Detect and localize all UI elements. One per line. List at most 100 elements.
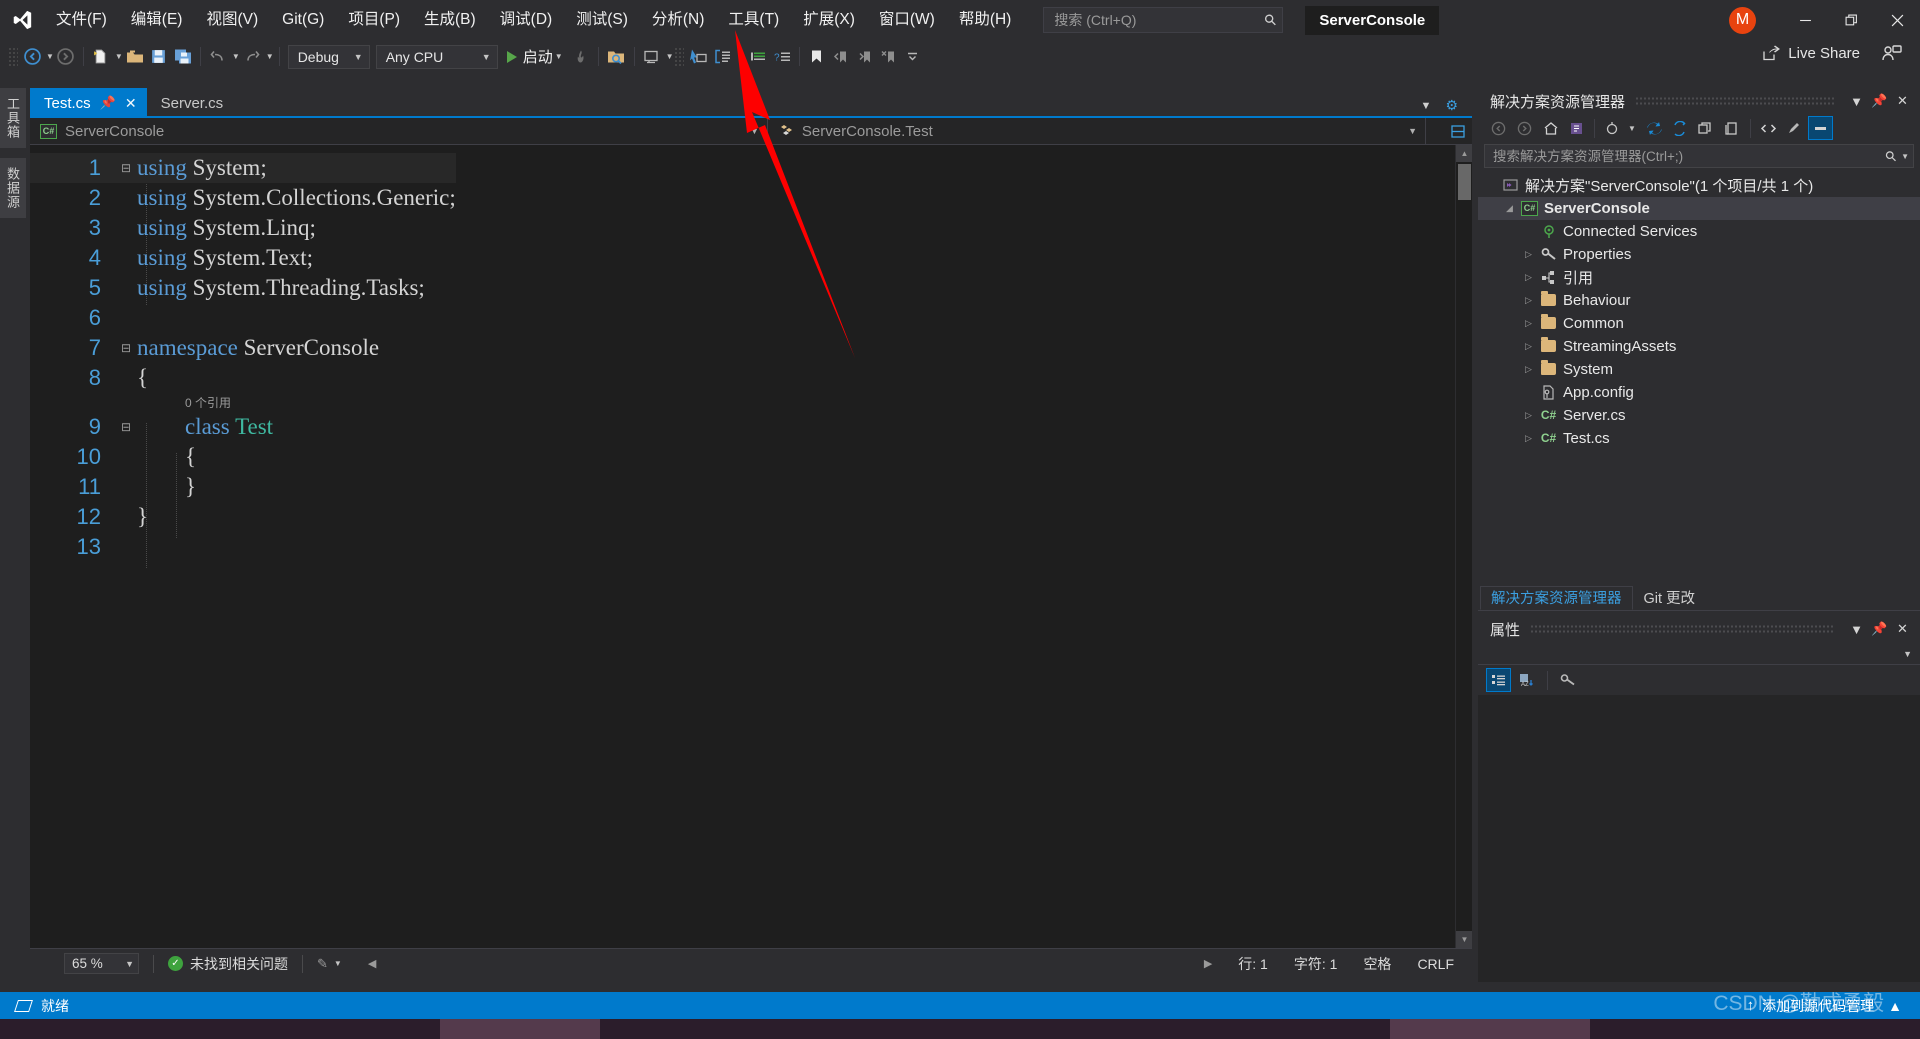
pin-icon[interactable]: 📌 [1868,618,1891,640]
code-line[interactable]: 6 [30,303,456,333]
taskbar-item[interactable] [1390,1019,1590,1039]
window-layout-dropdown-icon[interactable]: ▼ [666,52,674,61]
solution-tree[interactable]: 解决方案"ServerConsole"(1 个项目/共 1 个) ◢ C# Serve… [1478,172,1920,585]
tree-item-server.cs[interactable]: ▷ C# Server.cs [1478,404,1920,427]
tree-item-app.config[interactable]: App.config [1478,381,1920,404]
tab-settings-icon[interactable]: ⚙ [1445,97,1458,114]
next-bookmark-icon[interactable] [853,44,877,70]
code-line[interactable]: 2 using System.Collections.Generic; [30,183,456,213]
prev-bookmark-icon[interactable] [829,44,853,70]
sync-with-active-document-icon[interactable] [1600,116,1625,140]
undo-dropdown-icon[interactable]: ▼ [232,52,240,61]
global-search-box[interactable]: ⚲ [1043,7,1284,33]
navbar-type-combo[interactable]: ServerConsole.Test ▼ [768,117,1427,145]
tab-test-cs[interactable]: Test.cs 📌 ✕ [30,88,147,118]
navigate-back-dropdown-icon[interactable]: ▼ [46,52,54,61]
indent-icon[interactable]: ? [770,44,794,70]
code-view-icon[interactable] [1756,116,1781,140]
tree-item-connected-services[interactable]: Connected Services [1478,220,1920,243]
navigate-forward-icon[interactable] [54,44,78,70]
bookmark-icon[interactable] [805,44,829,70]
tree-item-system[interactable]: ▷ System [1478,358,1920,381]
properties-grid[interactable] [1478,695,1920,982]
chevron-down-icon[interactable]: ◢ [1501,203,1518,214]
redo-icon[interactable] [240,44,264,70]
chevron-down-icon[interactable]: ▼ [1845,618,1868,640]
menu-help[interactable]: 帮助(H) [947,0,1024,40]
zoom-level-combo[interactable]: 65 % ▼ [64,953,139,974]
chevron-right-icon[interactable]: ▷ [1520,364,1537,375]
close-icon[interactable]: ✕ [1891,90,1914,112]
indentation-label[interactable]: 空格 [1363,954,1391,974]
structure-icon[interactable] [711,44,735,70]
scroll-up-icon[interactable]: ▲ [1456,145,1472,162]
collapse-all-icon[interactable] [1668,116,1693,140]
tab-overflow-icon[interactable]: ▼ [1421,100,1432,112]
navigate-back-icon[interactable] [1486,116,1511,140]
menu-window[interactable]: 窗口(W) [867,0,947,40]
split-view-icon[interactable] [1444,118,1472,145]
code-line[interactable]: 9 ⊟ class Test [30,412,456,442]
navbar-member-combo[interactable] [1426,118,1444,145]
start-debug-button[interactable]: 启动 ▼ [501,44,569,70]
chevron-down-icon[interactable]: ▼ [1628,124,1636,133]
code-line[interactable]: 13 [30,532,456,562]
solution-platform-combo[interactable]: Any CPU ▼ [375,44,498,69]
chevron-right-icon[interactable]: ▷ [1520,295,1537,306]
tree-item--serverconsole-1-1-[interactable]: 解决方案"ServerConsole"(1 个项目/共 1 个) [1478,174,1920,197]
ink-annotation-icon[interactable]: ✎ [317,956,328,972]
clear-bookmark-icon[interactable] [877,44,901,70]
code-line[interactable]: 3 using System.Linq; [30,213,456,243]
pending-changes-icon[interactable] [1564,116,1589,140]
solution-configuration-combo[interactable]: Debug ▼ [287,44,370,69]
categorized-icon[interactable] [1486,668,1511,692]
chevron-right-icon[interactable]: ▷ [1520,318,1537,329]
chevron-right-icon[interactable]: ▷ [1520,410,1537,421]
menu-project[interactable]: 项目(P) [336,0,412,40]
home-icon[interactable] [1538,116,1563,140]
code-editor-surface[interactable]: 1●⊟using System;2 using System.Collection… [30,145,1472,948]
scrollbar-thumb[interactable] [1458,164,1471,200]
show-all-files-icon[interactable] [1694,116,1719,140]
properties-icon[interactable] [1556,668,1581,692]
line-ending-label[interactable]: CRLF [1417,956,1454,972]
close-icon[interactable] [1874,0,1920,40]
live-share-button[interactable]: Live Share [1762,44,1902,62]
tree-item-properties[interactable]: ▷ Properties [1478,243,1920,266]
sidebar-tab-toolbox[interactable]: 工具箱 [0,88,26,148]
code-line[interactable]: 7 ⊟ namespace ServerConsole [30,333,456,363]
tree-item-streamingassets[interactable]: ▷ StreamingAssets [1478,335,1920,358]
scroll-left-icon[interactable]: ◀ [368,957,376,970]
undo-icon[interactable] [206,44,230,70]
save-icon[interactable] [147,44,171,70]
refresh-icon[interactable] [1642,116,1667,140]
navigate-forward-icon[interactable] [1512,116,1537,140]
toolbar-grip[interactable] [8,46,18,67]
chevron-down-icon[interactable]: ▼ [1901,152,1909,161]
close-icon[interactable]: ✕ [125,95,137,112]
pin-icon[interactable]: 📌 [100,95,116,111]
collapse-region-icon[interactable]: ⊟ [115,341,137,356]
chevron-down-icon[interactable]: ▼ [1845,90,1868,112]
search-input[interactable] [1054,12,1266,28]
scroll-right-icon[interactable]: ▶ [1204,957,1212,970]
taskbar-item[interactable] [440,1019,600,1039]
properties-window-icon[interactable] [1720,116,1745,140]
menu-build[interactable]: 生成(B) [412,0,488,40]
chevron-down-icon[interactable]: ▼ [334,959,342,968]
properties-object-selector[interactable]: ▼ [1478,643,1920,665]
restore-icon[interactable] [1828,0,1874,40]
toolbar-grip-2[interactable] [673,46,684,67]
menu-extensions[interactable]: 扩展(X) [791,0,867,40]
pin-icon[interactable]: 📌 [1868,90,1891,112]
save-all-icon[interactable] [171,44,195,70]
codelens-reference-count[interactable]: 0 个引用 [30,393,456,412]
code-line[interactable]: 10 { [30,442,456,472]
minimize-icon[interactable] [1782,0,1828,40]
new-file-icon[interactable] [89,44,113,70]
sidebar-tab-data-sources[interactable]: 数据源 [0,158,26,218]
chevron-right-icon[interactable]: ▷ [1520,249,1537,260]
menu-debug[interactable]: 调试(D) [488,0,565,40]
menu-file[interactable]: 文件(F) [44,0,119,40]
avatar[interactable]: M [1729,6,1756,34]
